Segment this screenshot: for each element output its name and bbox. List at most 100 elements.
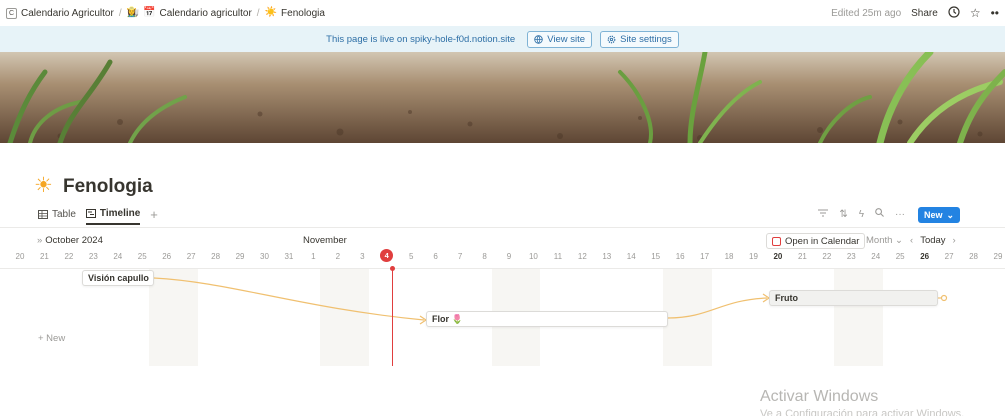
day-label: 23 [846,252,856,261]
day-label: 11 [553,252,563,261]
day-label: 1 [311,252,316,261]
site-settings-label: Site settings [620,33,672,45]
day-label: 29 [993,252,1003,261]
breadcrumb: C Calendario Agricultor / 👩‍🌾 📅 Calendar… [6,7,325,19]
clock-icon[interactable] [948,5,960,21]
site-settings-button[interactable]: Site settings [600,30,679,48]
live-banner: This page is live on spiky-hole-f0d.noti… [0,26,1005,52]
add-item-button[interactable]: + New [38,333,65,344]
breadcrumb-separator: / [256,7,260,19]
day-label: 22 [64,252,74,261]
day-label: 28 [969,252,978,261]
filter-icon[interactable] [818,209,829,220]
table-icon [38,210,48,219]
divider [0,227,1005,228]
page-title[interactable]: Fenologia [63,176,153,198]
scale-select[interactable]: Month ⌄ [866,235,903,246]
day-label: 26 [162,252,172,261]
open-calendar-label: Open in Calendar [785,235,860,247]
breadcrumb-item-calendar[interactable]: 👩‍🌾 📅 Calendario agricultor [127,8,252,19]
globe-icon [534,34,543,44]
day-label: 21 [39,252,49,261]
weekend-column [833,268,883,366]
month-label-text: October 2024 [45,235,103,246]
timeline-item-flor[interactable]: Flor 🌷 [426,311,668,327]
weekend-column [662,268,712,366]
timeline-icon [85,209,96,218]
day-label: 6 [433,252,438,261]
expand-sidebar-icon[interactable]: » [37,235,42,246]
today-button[interactable]: Today [920,235,945,246]
day-label: 10 [528,252,538,261]
timeline-item-fruto[interactable]: Fruto [769,290,938,306]
workspace-icon: C [6,7,17,19]
tab-timeline[interactable]: Timeline [85,208,141,225]
day-label: 28 [211,252,221,261]
share-button[interactable]: Share [911,8,938,19]
add-view-icon[interactable]: + [150,207,158,222]
calendar-icon [772,236,781,246]
breadcrumb-label: Calendario agricultor [159,7,252,19]
sort-icon[interactable]: ⇅ [839,209,847,220]
today-indicator: 4 [380,249,394,262]
farmer-icon: 👩‍🌾 [126,7,140,18]
day-label: 20 [15,252,25,261]
next-icon[interactable]: › [953,235,956,246]
view-site-button[interactable]: View site [527,30,593,48]
breadcrumb-label: Fenologia [281,7,325,19]
day-label: 31 [284,252,294,261]
search-icon[interactable] [875,208,884,220]
breadcrumb-item-workspace[interactable]: C Calendario Agricultor [6,7,114,19]
new-button-label: New [923,210,943,220]
day-label: 3 [360,252,365,261]
view-site-label: View site [547,33,586,45]
gear-icon [607,35,616,43]
day-label: 25 [895,252,905,261]
page-sun-icon[interactable]: ☀ [34,175,53,196]
day-label: 14 [626,252,636,261]
day-label: 2 [335,252,341,261]
timeline-header: » October 2024 November Open in Calendar … [0,233,1005,249]
star-icon[interactable]: ☆ [970,6,981,20]
day-label: 22 [822,252,832,261]
live-banner-text: This page is live on spiky-hole-f0d.noti… [326,33,516,45]
scale-label: Month [866,235,893,246]
grid-top-border [0,268,1005,269]
day-label: 21 [797,252,807,261]
day-label: 24 [871,252,881,261]
more-options-icon[interactable]: ··· [895,209,905,220]
day-ruler: 20 21 22 23 24 25 26 27 28 29 30 31 1 2 3 4 5 6 7 8 9 10 11 12 1… [0,249,1005,264]
prev-icon[interactable]: ‹ [910,235,913,246]
automation-icon[interactable]: ϟ [859,209,864,220]
new-button[interactable]: New ⌄ [918,207,960,223]
view-tabs: Table Timeline + [38,207,158,225]
day-label: 20 [773,252,783,261]
day-label: 29 [235,252,245,261]
day-label: 18 [724,252,734,261]
day-label: 30 [260,252,269,261]
month-label-november: November [303,235,347,246]
breadcrumb-item-fenologia[interactable]: ☀️ Fenologia [265,8,325,19]
day-label: 7 [457,252,463,261]
more-icon[interactable]: •• [991,6,999,20]
day-label: 25 [137,252,147,261]
windows-activation-subtitle: Ve a Configuración para activar Windows. [760,408,965,416]
open-in-calendar-button[interactable]: Open in Calendar [766,233,866,249]
today-marker-cap [390,266,395,271]
item-label: Fruto [775,293,798,303]
cover-plants-illustration [0,52,1005,143]
day-label: 24 [113,252,123,261]
tab-table[interactable]: Table [38,209,76,224]
tab-label: Table [52,209,76,220]
chevron-down-icon[interactable]: ⌄ [946,210,954,221]
weekend-column [320,268,370,366]
breadcrumb-separator: / [118,7,122,19]
item-label: Visión capullo [88,273,149,283]
top-bar: C Calendario Agricultor / 👩‍🌾 📅 Calendar… [0,0,1005,26]
day-label: 17 [700,252,710,261]
sun-icon: ☀️ [264,7,278,18]
calendar-icon: 📅 [143,7,156,18]
day-label: 16 [675,252,685,261]
tab-label: Timeline [99,208,141,219]
timeline-item-vision-capullo[interactable]: Visión capullo [82,270,154,286]
